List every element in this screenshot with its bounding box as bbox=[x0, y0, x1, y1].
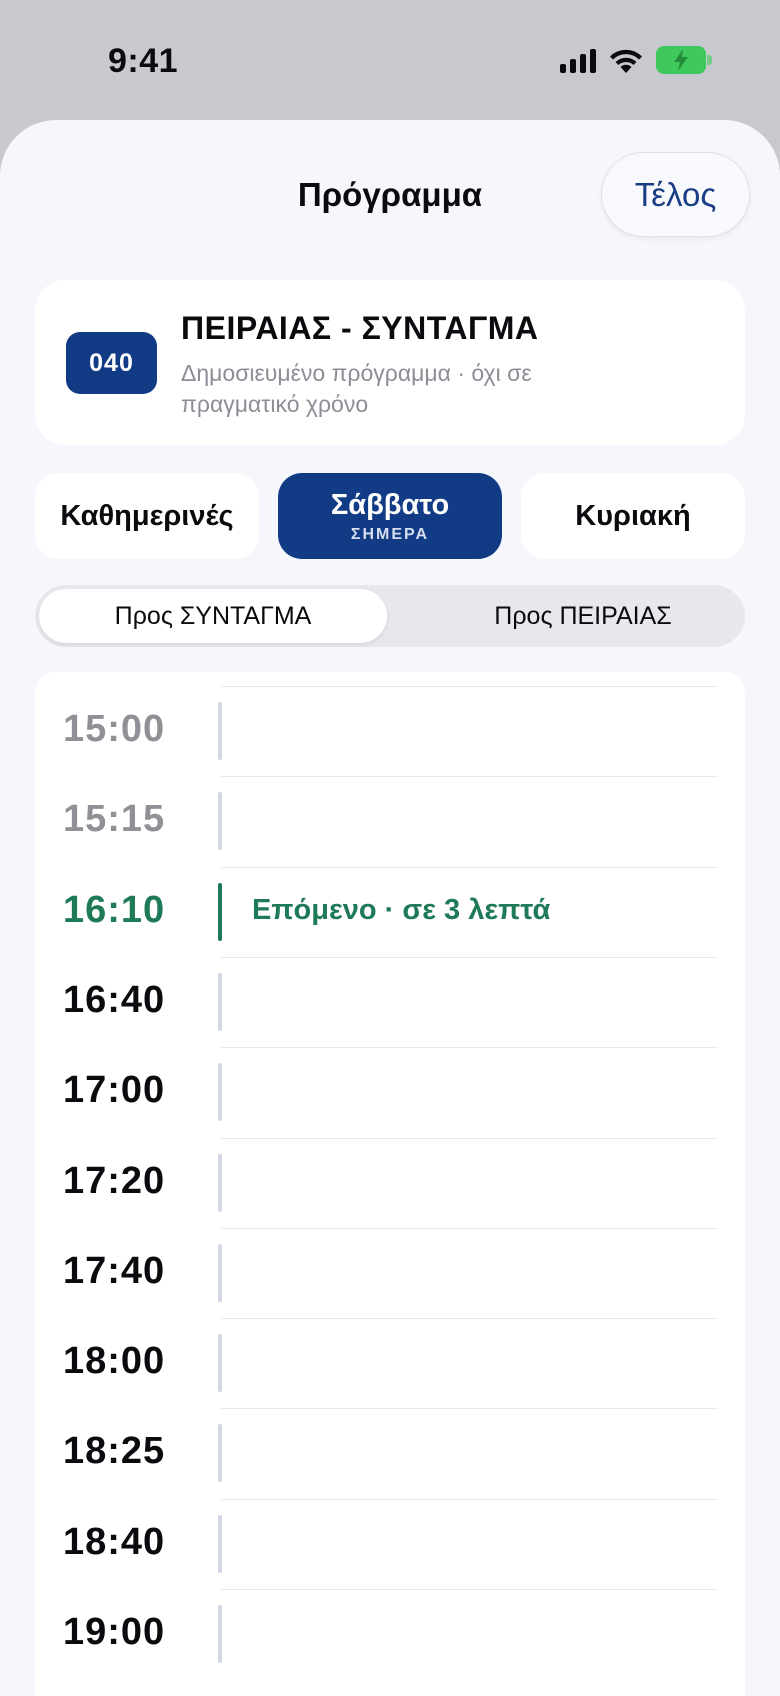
row-divider bbox=[221, 1137, 718, 1139]
row-divider bbox=[221, 1318, 718, 1320]
departure-time: 19:00 bbox=[63, 1611, 166, 1653]
direction-to-syntagma[interactable]: Προς ΣΥΝΤΑΓΜΑ bbox=[39, 589, 387, 643]
departure-time: 17:00 bbox=[63, 1069, 166, 1112]
tab-saturday[interactable]: Σάββατο ΣΗΜΕΡΑ bbox=[278, 473, 502, 559]
timeline-bar bbox=[218, 1243, 222, 1302]
departure-time: 18:25 bbox=[63, 1430, 166, 1473]
departure-row: 17:40 bbox=[35, 1227, 745, 1318]
timeline-bar bbox=[218, 882, 222, 941]
departure-time: 16:40 bbox=[63, 978, 166, 1021]
departure-row: 18:25 bbox=[35, 1408, 745, 1498]
row-divider bbox=[221, 866, 718, 868]
next-departure-row: 16:10 Επόμενο · σε 3 λεπτά bbox=[35, 866, 745, 957]
departure-row: 16:40 bbox=[35, 956, 745, 1047]
battery-charging-icon bbox=[656, 46, 712, 74]
route-subtitle: Δημοσιευμένο πρόγραμμα · όχι σε πραγματι… bbox=[181, 360, 532, 417]
row-divider bbox=[221, 1047, 718, 1049]
timeline-bar bbox=[218, 702, 222, 760]
timeline-bar bbox=[218, 792, 222, 851]
departure-time: 18:40 bbox=[63, 1520, 166, 1563]
timeline-bar bbox=[218, 1424, 222, 1483]
departure-time: 18:00 bbox=[63, 1340, 166, 1383]
next-departure-note: Επόμενο · σε 3 λεπτά bbox=[252, 893, 551, 926]
row-divider bbox=[221, 1227, 718, 1229]
row-divider bbox=[221, 776, 718, 778]
today-badge: ΣΗΜΕΡΑ bbox=[350, 525, 430, 543]
departure-time: 15:00 bbox=[63, 708, 166, 750]
cellular-signal-icon bbox=[560, 47, 596, 73]
departure-time: 16:10 bbox=[63, 888, 166, 931]
row-divider bbox=[221, 686, 718, 687]
status-icons bbox=[560, 46, 712, 74]
route-number-badge: 040 bbox=[66, 332, 157, 394]
departure-time: 17:40 bbox=[63, 1249, 166, 1292]
row-divider bbox=[221, 1408, 718, 1410]
timeline-bar bbox=[218, 972, 222, 1031]
wifi-icon bbox=[608, 46, 644, 74]
tab-weekdays-label: Καθημερινές bbox=[60, 499, 234, 532]
timeline-bar bbox=[218, 1063, 222, 1122]
tab-sunday[interactable]: Κυριακή bbox=[521, 473, 745, 559]
tab-sunday-label: Κυριακή bbox=[575, 499, 691, 532]
tab-weekdays[interactable]: Καθημερινές bbox=[35, 473, 259, 559]
departure-row: 15:00 bbox=[35, 686, 745, 776]
departure-row: 15:15 bbox=[35, 776, 745, 866]
row-divider bbox=[221, 1498, 718, 1500]
route-name: ΠΕΙΡΑΙΑΣ - ΣΥΝΤΑΓΜΑ bbox=[181, 310, 539, 346]
route-card: 040 ΠΕΙΡΑΙΑΣ - ΣΥΝΤΑΓΜΑ Δημοσιευμένο πρό… bbox=[35, 280, 745, 445]
timeline-bar bbox=[218, 1153, 222, 1212]
timeline-bar bbox=[218, 1514, 222, 1573]
departure-row: 17:20 bbox=[35, 1137, 745, 1228]
departure-time: 15:15 bbox=[63, 798, 166, 841]
schedule-sheet: Πρόγραμμα Τέλος 040 ΠΕΙΡΑΙΑΣ - ΣΥΝΤΑΓΜΑ … bbox=[0, 120, 780, 1696]
departure-list: 15:00 15:15 16:10 Επόμενο · σε 3 λεπτά 16:40… bbox=[35, 672, 745, 1696]
departure-time: 17:20 bbox=[63, 1159, 166, 1202]
departure-row: 18:00 bbox=[35, 1318, 745, 1408]
direction-segmented-control: Προς ΣΥΝΤΑΓΜΑ Προς ΠΕΙΡΑΙΑΣ bbox=[35, 585, 745, 647]
status-bar: 9:41 bbox=[0, 0, 780, 120]
departure-row: 19:00 bbox=[35, 1589, 745, 1679]
timeline-bar bbox=[218, 1605, 222, 1663]
direction-to-peiraias[interactable]: Προς ΠΕΙΡΑΙΑΣ bbox=[425, 589, 741, 643]
status-time: 9:41 bbox=[108, 42, 179, 80]
done-button[interactable]: Τέλος bbox=[601, 152, 750, 237]
timeline-bar bbox=[218, 1334, 222, 1393]
tab-saturday-label: Σάββατο bbox=[330, 488, 450, 521]
departure-row: 18:40 bbox=[35, 1498, 745, 1589]
departure-row: 17:00 bbox=[35, 1047, 745, 1137]
row-divider bbox=[221, 1589, 718, 1590]
row-divider bbox=[221, 956, 718, 958]
